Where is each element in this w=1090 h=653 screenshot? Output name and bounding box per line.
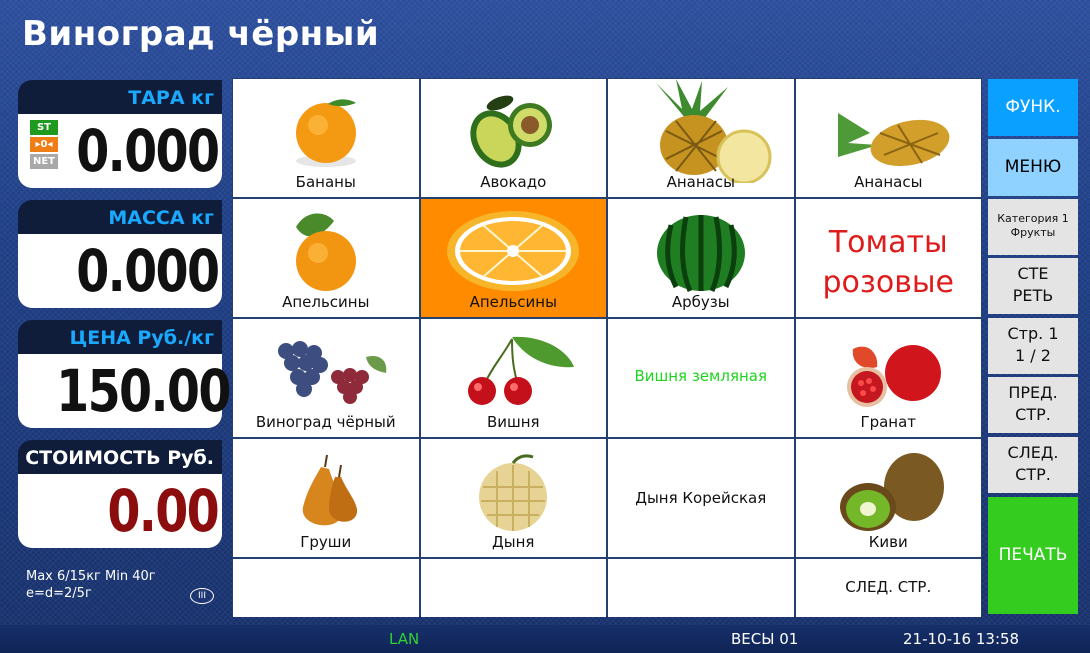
category-line2: Фрукты xyxy=(1010,226,1056,239)
erase-button[interactable]: СТЕ РЕТЬ xyxy=(988,258,1078,314)
stable-badge: ST xyxy=(30,120,58,135)
prev-line2: СТР. xyxy=(1015,405,1051,424)
scale-id: ВЕСЫ 01 xyxy=(731,630,799,648)
product-label: Апельсины xyxy=(469,293,557,311)
product-label: Апельсины xyxy=(282,293,370,311)
page-line1: Стр. 1 xyxy=(1007,324,1059,343)
grid-next-page-label: СЛЕД. СТР. xyxy=(845,578,932,596)
product-cell[interactable]: Арбузы xyxy=(608,199,794,317)
price-panel: ЦЕНА Руб./кг 150.00 xyxy=(18,320,231,428)
datetime: 21-10-16 13:58 xyxy=(903,630,1020,648)
product-label: Дыня xyxy=(492,533,535,551)
empty-cell xyxy=(608,559,794,617)
product-cell[interactable]: Виноград чёрный xyxy=(233,319,419,437)
cost-value: 0.00 xyxy=(107,477,219,545)
product-label: Томаты розовые xyxy=(822,225,955,300)
grapes-icon xyxy=(277,341,387,404)
cost-value-box: 0.00 xyxy=(18,474,222,548)
spec-line1: Max 6/15кг Min 40г xyxy=(26,569,156,584)
product-label: Вишня xyxy=(486,413,540,431)
orange-icon xyxy=(295,213,356,291)
watermelon-icon xyxy=(656,215,745,293)
mass-value-box: 0.000 xyxy=(18,234,222,308)
status-bar: LAN ВЕСЫ 01 21-10-16 13:58 xyxy=(0,625,1090,653)
net-badge: NET xyxy=(30,154,58,169)
price-value: 150.00 xyxy=(56,357,231,425)
product-label: Дыня Корейская xyxy=(635,489,767,507)
product-cell[interactable]: Груши xyxy=(233,439,419,557)
category-button[interactable]: Категория 1 Фрукты xyxy=(988,199,1078,255)
next-page-button[interactable]: СЛЕД. СТР. xyxy=(988,437,1078,493)
accuracy-class-icon: III xyxy=(190,588,214,604)
product-cell[interactable]: Ананасы xyxy=(608,79,794,197)
next-line2: СТР. xyxy=(1015,465,1051,484)
cherry-icon xyxy=(468,336,575,405)
erase-line1: СТЕ xyxy=(1017,264,1049,283)
erase-line2: РЕТЬ xyxy=(1012,286,1054,305)
product-label: Виноград чёрный xyxy=(255,413,396,431)
menu-button[interactable]: МЕНЮ xyxy=(988,139,1078,196)
function-button[interactable]: ФУНК. xyxy=(988,79,1078,136)
cost-panel: СТОИМОСТЬ Руб. 0.00 xyxy=(18,440,222,548)
orange-icon xyxy=(295,99,356,167)
mass-panel: МАССА кг 0.000 xyxy=(18,200,222,308)
pineapple-icon xyxy=(838,113,950,167)
product-cell[interactable]: Вишня xyxy=(420,319,606,437)
kiwi-icon xyxy=(840,453,945,531)
product-cell[interactable]: Дыня xyxy=(420,439,606,557)
product-cell[interactable]: Ананасы xyxy=(795,79,981,197)
zero-badge: ▸0◂ xyxy=(30,137,58,152)
product-label: Груши xyxy=(300,533,352,551)
product-cell[interactable]: Вишня земляная xyxy=(608,319,794,437)
mass-value: 0.000 xyxy=(75,237,220,305)
product-label: Вишня земляная xyxy=(634,367,768,385)
product-cell[interactable]: Бананы xyxy=(233,79,419,197)
empty-cell xyxy=(233,559,419,617)
next-line1: СЛЕД. xyxy=(1007,443,1059,462)
lan-status: LAN xyxy=(389,630,420,648)
grid-next-page-button[interactable]: СЛЕД. СТР. xyxy=(795,559,981,617)
product-label: Гранат xyxy=(860,413,917,431)
product-label: Авокадо xyxy=(480,173,547,191)
mass-label: МАССА кг xyxy=(18,200,222,234)
spec-line2: e=d=2/5г xyxy=(26,586,92,601)
product-label: Арбузы xyxy=(671,293,730,311)
page-indicator-button[interactable]: Стр. 1 1 / 2 xyxy=(988,318,1078,374)
status-badges: ST ▸0◂ NET xyxy=(30,120,58,169)
prev-line1: ПРЕД. xyxy=(1008,383,1058,402)
orange-slice-icon xyxy=(447,211,580,291)
product-cell[interactable]: Гранат xyxy=(795,319,981,437)
page-line2: 1 / 2 xyxy=(1015,346,1051,365)
empty-cell xyxy=(420,559,606,617)
tare-label: ТАРА кг xyxy=(18,80,222,114)
price-value-box: 150.00 xyxy=(18,354,231,428)
product-label: Бананы xyxy=(295,173,356,191)
product-cell[interactable]: Киви xyxy=(795,439,981,557)
product-grid: Бананы Авокадо Ананасы Ананасы Апельсины… xyxy=(232,78,982,617)
product-cell[interactable]: Авокадо xyxy=(420,79,606,197)
tare-value: 0.000 xyxy=(75,117,220,185)
tare-panel: ТАРА кг ST ▸0◂ NET 0.000 xyxy=(18,80,222,188)
cost-label: СТОИМОСТЬ Руб. xyxy=(18,440,222,474)
melon-icon xyxy=(479,454,548,531)
product-cell[interactable]: Апельсины xyxy=(233,199,419,317)
scale-spec: Max 6/15кг Min 40г e=d=2/5г III xyxy=(26,568,214,604)
product-label: Ананасы xyxy=(854,173,923,191)
tare-value-box: ST ▸0◂ NET 0.000 xyxy=(18,114,222,188)
pear-icon xyxy=(302,454,357,526)
prev-page-button[interactable]: ПРЕД. СТР. xyxy=(988,377,1078,433)
product-title: Виноград чёрный xyxy=(22,14,380,54)
product-label: Киви xyxy=(868,533,908,551)
product-cell[interactable]: Томаты розовые xyxy=(795,199,981,317)
price-label: ЦЕНА Руб./кг xyxy=(18,320,222,354)
category-line1: Категория 1 xyxy=(997,212,1069,225)
pomegranate-icon xyxy=(847,345,942,407)
product-cell-selected[interactable]: Апельсины xyxy=(420,199,606,317)
product-cell[interactable]: Дыня Корейская xyxy=(608,439,794,557)
product-label: Ананасы xyxy=(666,173,735,191)
print-button[interactable]: ПЕЧАТЬ xyxy=(988,497,1078,614)
avocado-icon xyxy=(470,95,553,168)
pineapple-icon xyxy=(655,79,772,183)
